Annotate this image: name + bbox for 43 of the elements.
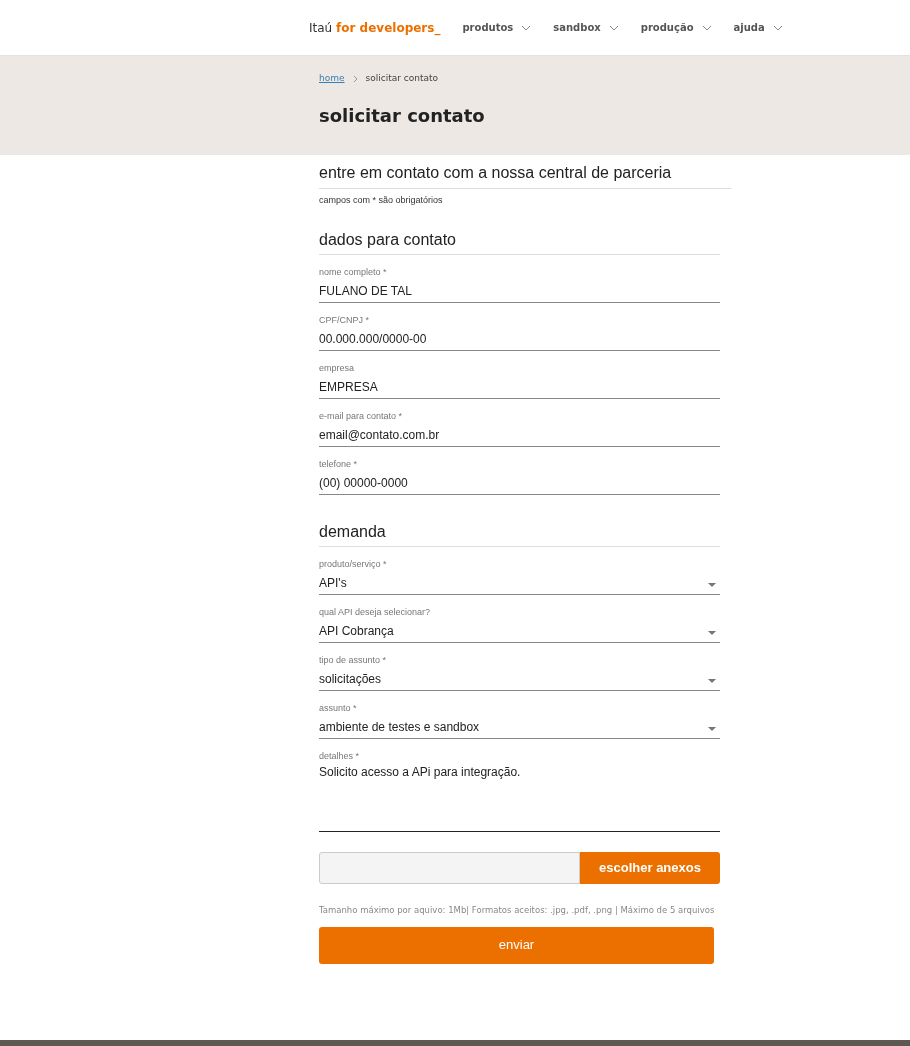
input-field[interactable]: FULANO DE TAL [319,277,720,303]
section-heading: demanda [319,519,720,547]
nav-menu-item[interactable]: sandbox [553,20,619,35]
breadcrumb-link[interactable]: home [319,72,345,86]
select-field[interactable]: ambiente de testes e sandbox [319,713,720,739]
input-field[interactable]: email@contato.com.br [319,421,720,447]
details-textarea[interactable]: Solicito acesso a APi para integração. [319,761,720,832]
field-label: detalhes * [319,749,361,762]
field-label: telefone * [319,457,359,470]
required-note: campos com * são obrigatórios [319,194,444,207]
chevron-down-icon [608,24,619,31]
select-field[interactable]: API Cobrança [319,617,720,643]
chevron-down-icon [772,24,783,31]
dropdown-arrow-icon [708,726,716,731]
field-label: assunto * [319,701,358,714]
attachments-hint: Tamanho máximo por aquivo: 1Mb| Formatos aceitos: .jpg, .pdf, .png | Máximo de 5 arquivos [319,903,716,917]
nav-menu-item[interactable]: produtos [462,20,532,35]
input-field[interactable]: EMPRESA [319,373,720,399]
section-heading: entre em contato com a nossa central de parceria [319,155,731,189]
field-label: produto/serviço * [319,557,388,570]
dropdown-arrow-icon [708,678,716,683]
input-field[interactable]: 00.000.000/0000-00 [319,325,720,351]
field-label: CPF/CNPJ * [319,313,370,326]
dropdown-arrow-icon [708,582,716,587]
nav-menu-item[interactable]: ajuda [733,20,783,35]
page-title: solicitar contato [319,103,486,128]
chevron-down-icon [701,24,712,31]
select-field[interactable]: solicitações [319,665,720,691]
section-heading: dados para contato [319,227,720,255]
select-field[interactable]: API's [319,569,720,595]
field-label: tipo de assunto * [319,653,388,666]
dropdown-arrow-icon [708,630,716,635]
field-label: e-mail para contato * [319,409,404,422]
chevron-down-icon [521,24,532,31]
chevron-right-icon [352,74,358,83]
brand-logo[interactable]: Itaú for developers_ [309,18,441,37]
field-label: nome completo * [319,265,388,278]
file-input-field[interactable] [319,851,580,884]
input-field[interactable]: (00) 00000-0000 [319,469,720,495]
field-label: qual API deseja selecionar? [319,605,432,618]
breadcrumb-current: solicitar contato [365,72,438,85]
nav-menu-item[interactable]: produção [640,20,712,35]
field-label: empresa [319,361,355,374]
